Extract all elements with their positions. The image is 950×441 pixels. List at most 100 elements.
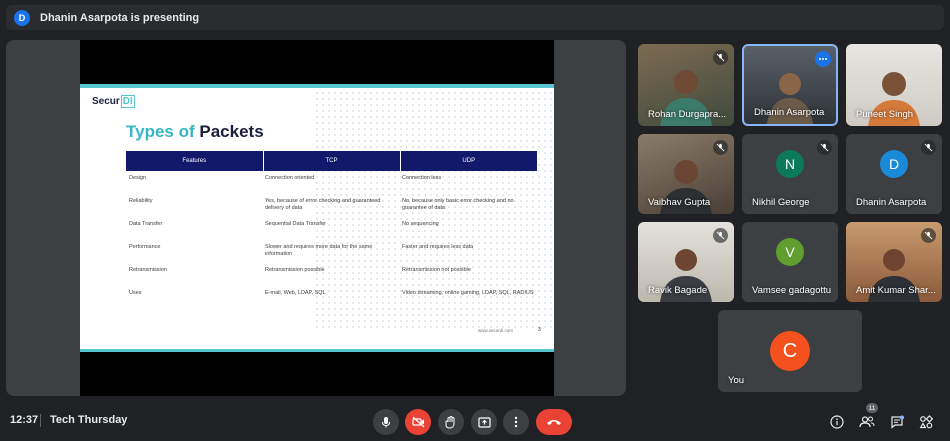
self-avatar: C <box>770 331 810 371</box>
table-row: Design Connection oriented Connection le… <box>126 171 537 194</box>
comparison-table: Features TCP UDP Design Connection orien… <box>126 151 537 309</box>
table-cell: Reliability <box>129 198 153 204</box>
divider <box>40 414 41 427</box>
slide-footer-url: www.securdi.com <box>478 328 514 333</box>
participant-name: Dhanin Asarpota <box>856 197 927 208</box>
info-icon <box>830 415 844 429</box>
participant-avatar: N <box>776 150 804 179</box>
activities-button[interactable] <box>917 413 935 431</box>
table-cell: Video streaming, online gaming, LDAP, SQ… <box>402 290 534 296</box>
leave-call-button[interactable] <box>536 409 572 435</box>
participant-name: Vaibhav Gupta <box>648 197 711 208</box>
slide-logo-text: Secur <box>92 96 120 107</box>
participant-count-badge: 11 <box>866 403 878 413</box>
table-cell: Retransmission <box>129 267 167 273</box>
mic-off-icon <box>921 140 936 155</box>
meeting-details-button[interactable] <box>828 413 846 431</box>
table-cell: Connection oriented <box>265 175 315 181</box>
table-cell: Yes, because of error checking and guara… <box>265 198 381 211</box>
table-row: Retransmission Retransmission possible R… <box>126 263 537 286</box>
people-button[interactable] <box>858 413 876 431</box>
mic-off-icon <box>817 140 832 155</box>
more-options-button[interactable] <box>503 409 529 435</box>
mic-off-icon <box>713 50 728 65</box>
slide-title-main: Packets <box>199 122 264 141</box>
participant-tile[interactable]: D Dhanin Asarpota <box>846 134 942 214</box>
participant-tile[interactable]: Rohan Durgapra... <box>638 44 734 126</box>
mic-off-icon <box>713 140 728 155</box>
mic-off-icon <box>921 228 936 243</box>
slide-bottom-stripe <box>80 349 554 352</box>
table-cell: Connection less <box>402 175 442 181</box>
meet-window: D Dhanin Asarpota is presenting Secur DI … <box>0 0 950 441</box>
participant-avatar: D <box>880 150 908 179</box>
table-cell: Retransmission possible <box>265 267 325 273</box>
participant-tile[interactable]: Ravik Bagade <box>638 222 734 302</box>
participant-tile-active[interactable]: Dhanin Asarpota <box>742 44 838 126</box>
slide: Secur DI Types of Packets Features TCP UD… <box>80 84 554 352</box>
column-header: TCP <box>263 151 401 171</box>
table-cell: E-mail, Web, LDAP, SQL <box>265 290 326 296</box>
table-header-row: Features TCP UDP <box>126 151 537 171</box>
presenter-avatar: D <box>14 9 30 26</box>
table-row: Data Transfer Sequential Data Transfer N… <box>126 217 537 240</box>
table-cell: Slower and requires more data for the sa… <box>265 244 373 257</box>
slide-title-accent: Types of <box>126 122 195 141</box>
slide-logo: Secur DI <box>92 95 135 108</box>
participant-tile[interactable]: Amit Kumar Shar... <box>846 222 942 302</box>
mic-icon <box>382 417 390 428</box>
presenting-label: Dhanin Asarpota is presenting <box>40 11 200 24</box>
mic-off-icon <box>713 228 728 243</box>
table-cell: Data Transfer <box>129 221 163 227</box>
participant-tile[interactable]: V Vamsee gadagottu <box>742 222 838 302</box>
participant-name: Puneet Singh <box>856 109 914 120</box>
chat-icon <box>891 415 904 429</box>
slide-top-stripe <box>80 84 554 88</box>
hand-icon <box>445 415 455 428</box>
participant-name: Ravik Bagade <box>648 285 708 296</box>
table-cell: Performance <box>129 244 161 250</box>
slide-title: Types of Packets <box>126 122 264 142</box>
participant-name: Amit Kumar Shar... <box>856 285 936 296</box>
participant-name: Dhanin Asarpota <box>754 107 825 118</box>
mic-button[interactable] <box>373 409 399 435</box>
more-options-icon[interactable] <box>815 51 831 67</box>
chat-button[interactable] <box>888 413 906 431</box>
activities-icon <box>919 415 933 429</box>
table-cell: Sequential Data Transfer <box>265 221 326 227</box>
participant-name: Vamsee gadagottu <box>752 285 832 296</box>
people-icon <box>859 416 875 428</box>
more-vert-icon <box>514 416 518 428</box>
present-button[interactable] <box>471 409 497 435</box>
self-tile[interactable]: C You <box>718 310 862 392</box>
bottom-bar: 12:37 Tech Thursday <box>0 401 950 441</box>
participant-name: You <box>728 375 745 386</box>
participant-tile[interactable]: N Nikhil George <box>742 134 838 214</box>
meeting-name: Tech Thursday <box>50 414 128 426</box>
table-row: Reliability Yes, because of error checki… <box>126 194 537 217</box>
camera-off-icon <box>411 416 424 428</box>
participant-name: Rohan Durgapra... <box>648 109 727 120</box>
raise-hand-button[interactable] <box>438 409 464 435</box>
column-header: Features <box>126 151 264 171</box>
table-row: Performance Slower and requires more dat… <box>126 240 537 263</box>
table-cell: Faster and requires less data <box>402 244 474 250</box>
camera-off-button[interactable] <box>405 409 431 435</box>
column-header: UDP <box>400 151 537 171</box>
hang-up-icon <box>547 420 561 425</box>
slide-logo-accent: DI <box>120 95 135 108</box>
participant-tile[interactable]: Puneet Singh <box>846 44 942 126</box>
meeting-clock: 12:37 <box>10 414 39 426</box>
table-row: Uses E-mail, Web, LDAP, SQL Video stream… <box>126 286 537 309</box>
participant-name: Nikhil George <box>752 197 810 208</box>
participant-avatar: V <box>776 238 804 267</box>
table-cell: Uses <box>129 290 142 296</box>
table-cell: Retransmission not possible <box>402 267 471 273</box>
table-cell: No, because only basic error checking an… <box>402 198 514 211</box>
participant-tile[interactable]: Vaibhav Gupta <box>638 134 734 214</box>
table-cell: No sequencing <box>402 221 439 227</box>
presenting-bar: D Dhanin Asarpota is presenting <box>6 5 944 30</box>
table-cell: Design <box>129 175 147 181</box>
shared-screen: Secur DI Types of Packets Features TCP UD… <box>80 40 554 396</box>
presentation-stage[interactable]: Secur DI Types of Packets Features TCP UD… <box>6 40 626 396</box>
